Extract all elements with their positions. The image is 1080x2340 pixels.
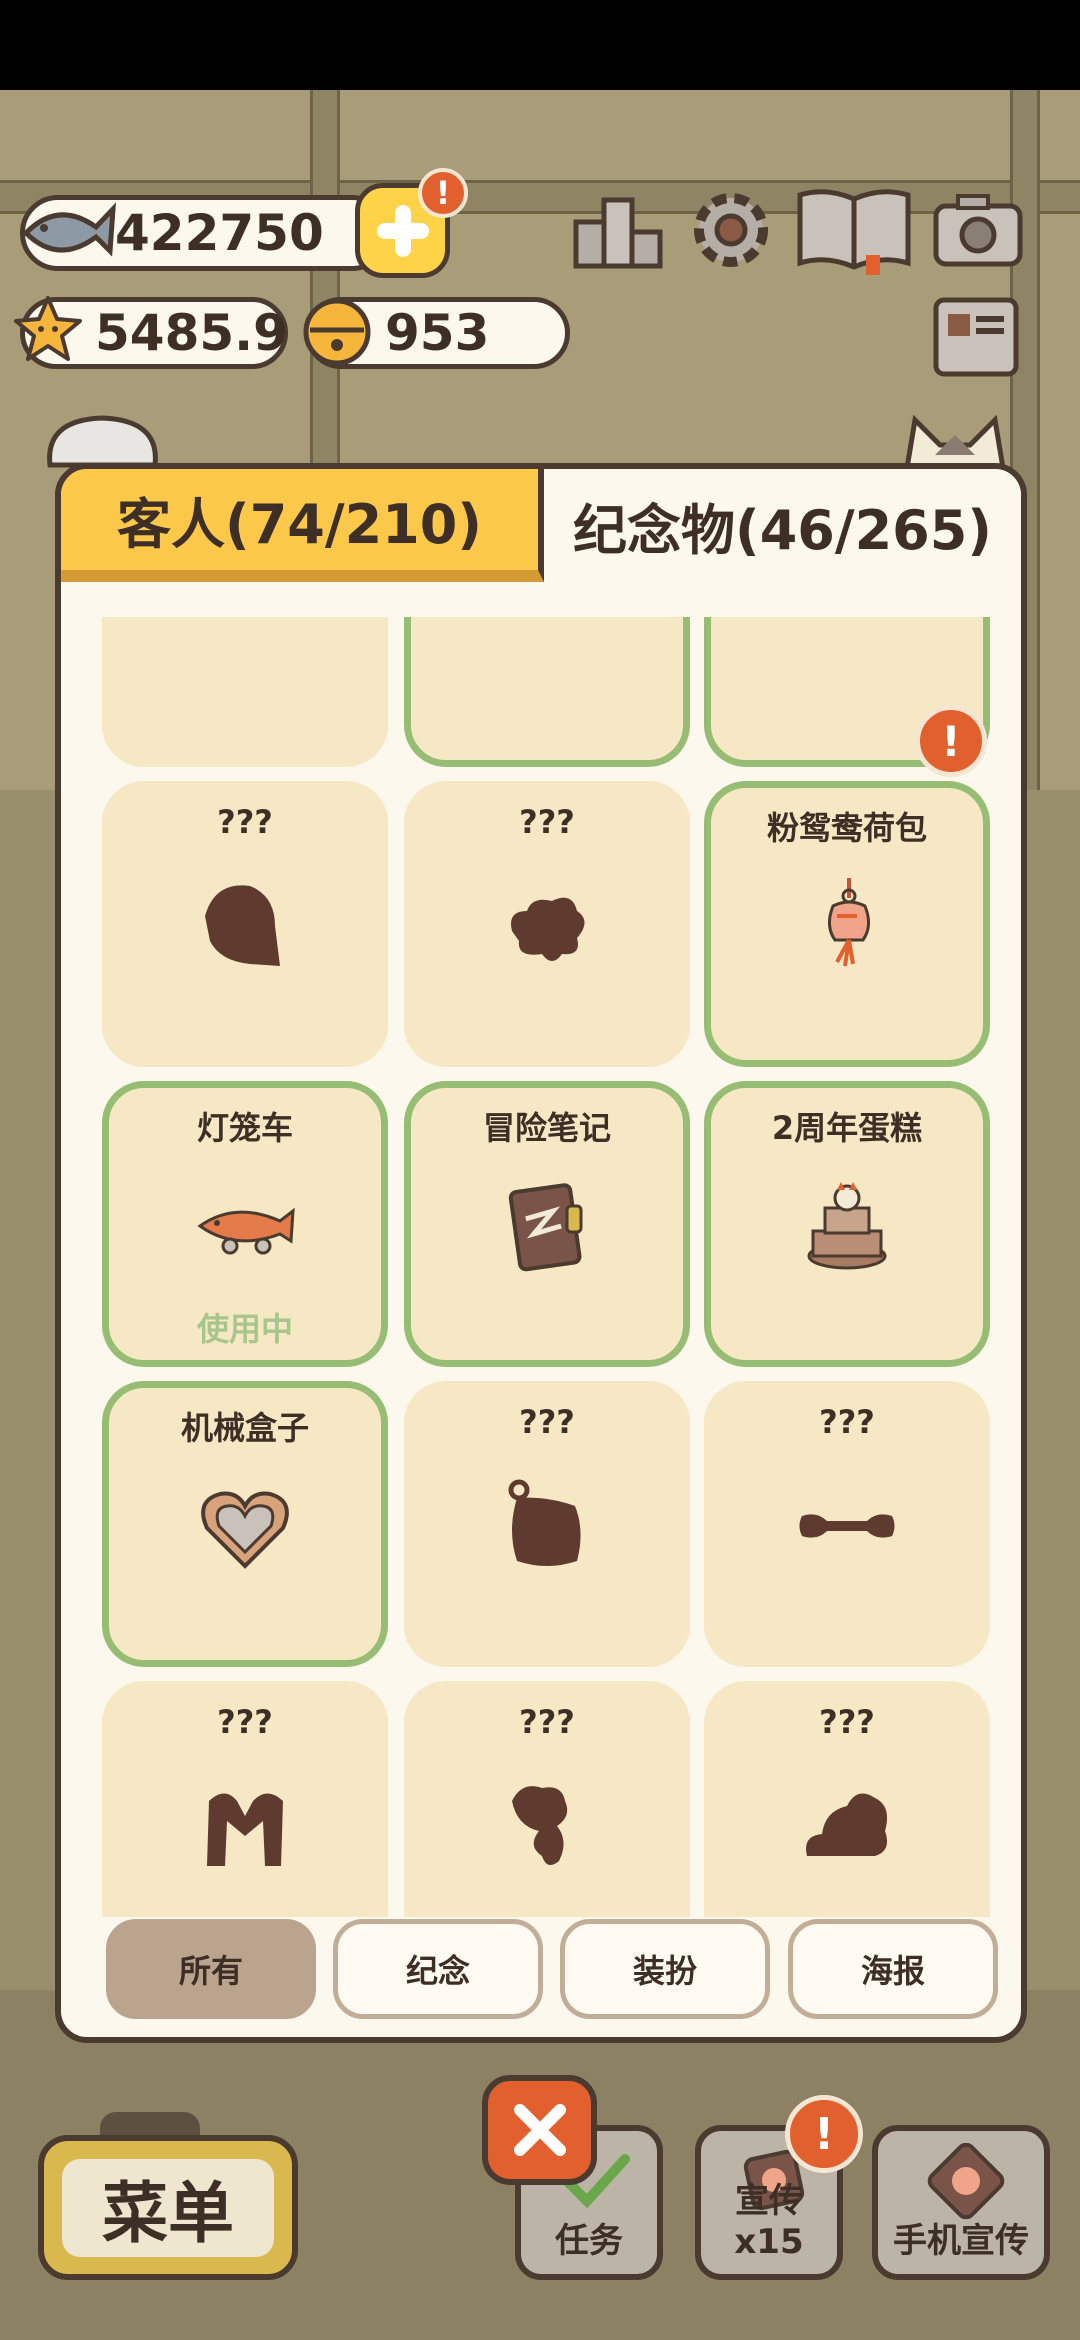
phone-poster-icon — [927, 2143, 1005, 2220]
tab-souvenirs[interactable]: 纪念物(46/265) — [544, 469, 1021, 582]
grid-cell[interactable]: 机械盒子 — [102, 1381, 388, 1667]
bag-silhouette-icon — [508, 1479, 581, 1566]
collection-panel: 客人(74/210) 纪念物(46/265) ??? ??? 粉鸳鸯荷包 灯笼车… — [55, 463, 1027, 2043]
grid-cell[interactable]: 2周年蛋糕 — [704, 1081, 990, 1367]
ranking-icon[interactable] — [572, 185, 664, 275]
grid-cell[interactable]: 灯笼车 使用中 — [102, 1081, 388, 1367]
menu-label: 菜单 — [62, 2159, 274, 2257]
newspaper-icon[interactable] — [928, 292, 1023, 382]
item-title: ??? — [519, 1703, 575, 1741]
grid-cell[interactable]: ??? — [404, 781, 690, 1067]
grid-cell[interactable]: ??? — [102, 781, 388, 1067]
filter-all-button[interactable]: 所有 — [106, 1919, 316, 2019]
item-alert-badge: ! — [915, 705, 987, 777]
grid-cell[interactable]: ??? — [704, 1381, 990, 1667]
phone-promo-label: 手机宣传 — [893, 2221, 1029, 2261]
item-title: ??? — [217, 1703, 273, 1741]
arch-silhouette-icon — [207, 1793, 283, 1866]
grid-cell[interactable]: ??? — [404, 1381, 690, 1667]
fish-lantern-cart-icon — [197, 1207, 295, 1255]
item-title: 机械盒子 — [180, 1409, 309, 1447]
fish-count: 422750 — [115, 204, 324, 262]
anniversary-cake-icon — [807, 1182, 887, 1270]
promo-label: 宣传x15 — [734, 2181, 804, 2262]
grid-cell[interactable]: ??? — [704, 1681, 990, 1917]
item-title: 冒险笔记 — [482, 1109, 611, 1147]
star-icon — [12, 293, 84, 365]
shell-silhouette-icon — [205, 885, 280, 966]
chef-hat-icon — [47, 415, 158, 468]
settings-icon[interactable] — [685, 185, 777, 275]
tasks-label: 任务 — [555, 2221, 623, 2261]
adventure-notebook-icon — [508, 1183, 583, 1272]
grid-cell[interactable] — [102, 617, 388, 767]
item-title: ??? — [217, 803, 273, 841]
promo-alert-badge: ! — [785, 2095, 863, 2173]
bone-silhouette-icon — [799, 1514, 895, 1538]
fish-icon — [18, 190, 118, 270]
item-title: ??? — [519, 1403, 575, 1441]
grid-cell[interactable]: 粉鸳鸯荷包 — [704, 781, 990, 1067]
filter-poster-button[interactable]: 海报 — [788, 1919, 998, 2019]
item-title: ??? — [819, 1703, 875, 1741]
grid-cell[interactable]: ??? — [102, 1681, 388, 1917]
item-title: 灯笼车 — [196, 1109, 293, 1147]
tab-guests[interactable]: 客人(74/210) — [61, 469, 544, 582]
bell-count: 953 — [385, 304, 490, 362]
cloud-silhouette-icon — [806, 1793, 888, 1856]
grid-cell[interactable] — [404, 617, 690, 767]
grid-cell[interactable]: 冒险笔记 — [404, 1081, 690, 1367]
flower-silhouette-icon — [511, 897, 585, 961]
heart-box-icon — [201, 1491, 289, 1569]
bell-icon — [298, 293, 376, 371]
close-icon — [513, 2104, 566, 2156]
flower-stem-silhouette-icon — [512, 1786, 568, 1865]
status-bar — [0, 0, 1080, 90]
close-button[interactable] — [482, 2075, 597, 2185]
catalog-book-icon[interactable] — [795, 185, 913, 275]
star-count: 5485.9 — [95, 304, 288, 362]
item-title: 2周年蛋糕 — [771, 1109, 923, 1147]
in-use-label: 使用中 — [196, 1310, 293, 1348]
filter-souvenir-button[interactable]: 纪念 — [333, 1919, 543, 2019]
filter-dress-up-button[interactable]: 装扮 — [560, 1919, 770, 2019]
menu-button[interactable]: 菜单 — [38, 2135, 298, 2280]
phone-promo-button[interactable]: 手机宣传 — [872, 2125, 1050, 2280]
item-title: 粉鸳鸯荷包 — [766, 809, 927, 847]
pouch-charm-icon — [828, 878, 870, 967]
alert-badge: ! — [418, 168, 468, 218]
souvenir-grid: ??? ??? 粉鸳鸯荷包 灯笼车 使用中 冒险笔记 2周年蛋糕 机械盒子 ??… — [61, 617, 1021, 1917]
item-title: ??? — [519, 803, 575, 841]
item-title: ??? — [819, 1403, 875, 1441]
camera-icon[interactable] — [930, 185, 1025, 275]
grid-cell[interactable]: ??? — [404, 1681, 690, 1917]
